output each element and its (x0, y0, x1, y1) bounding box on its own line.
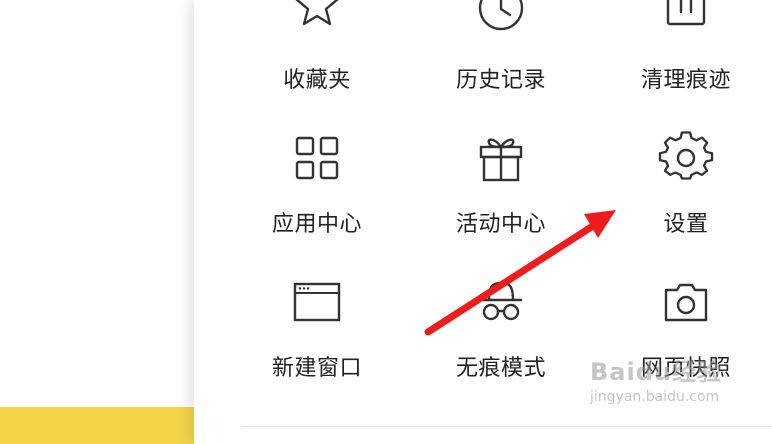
background-page (0, 0, 194, 444)
menu-divider (242, 426, 772, 427)
window-icon (289, 274, 345, 330)
gift-icon (473, 130, 529, 186)
menu-item-label: 设置 (663, 212, 709, 237)
incognito-icon (473, 274, 529, 330)
menu-item-label: 网页快照 (640, 356, 731, 381)
menu-item-label: 活动中心 (455, 212, 546, 237)
menu-item-label: 新建窗口 (271, 356, 362, 381)
menu-item-web-snapshot[interactable]: 网页快照 (601, 274, 771, 394)
menu-item-settings[interactable]: 设置 (601, 130, 771, 250)
menu-item-label: 无痕模式 (455, 356, 546, 381)
screen: 收藏夹 历史记录 清理痕迹 应用中心 活动中心 设置 新建窗口 无痕模式 网页快… (0, 0, 772, 444)
menu-item-incognito[interactable]: 无痕模式 (416, 274, 586, 394)
grid-icon (289, 130, 345, 186)
star-icon (289, 0, 345, 34)
menu-item-label: 清理痕迹 (640, 68, 731, 93)
gear-icon (658, 130, 714, 186)
trash-icon (658, 0, 714, 34)
menu-item-history[interactable]: 历史记录 (416, 0, 586, 98)
menu-item-favorites[interactable]: 收藏夹 (232, 0, 402, 98)
menu-item-new-window[interactable]: 新建窗口 (232, 274, 402, 394)
clock-icon (473, 0, 529, 34)
menu-item-app-center[interactable]: 应用中心 (232, 130, 402, 250)
camera-icon (658, 274, 714, 330)
yellow-bottom-bar (0, 407, 194, 444)
menu-item-label: 历史记录 (455, 68, 546, 93)
menu-item-label: 应用中心 (271, 212, 362, 237)
menu-item-activity-center[interactable]: 活动中心 (416, 130, 586, 250)
menu-item-label: 收藏夹 (283, 68, 351, 93)
menu-item-clear-traces[interactable]: 清理痕迹 (601, 0, 771, 98)
